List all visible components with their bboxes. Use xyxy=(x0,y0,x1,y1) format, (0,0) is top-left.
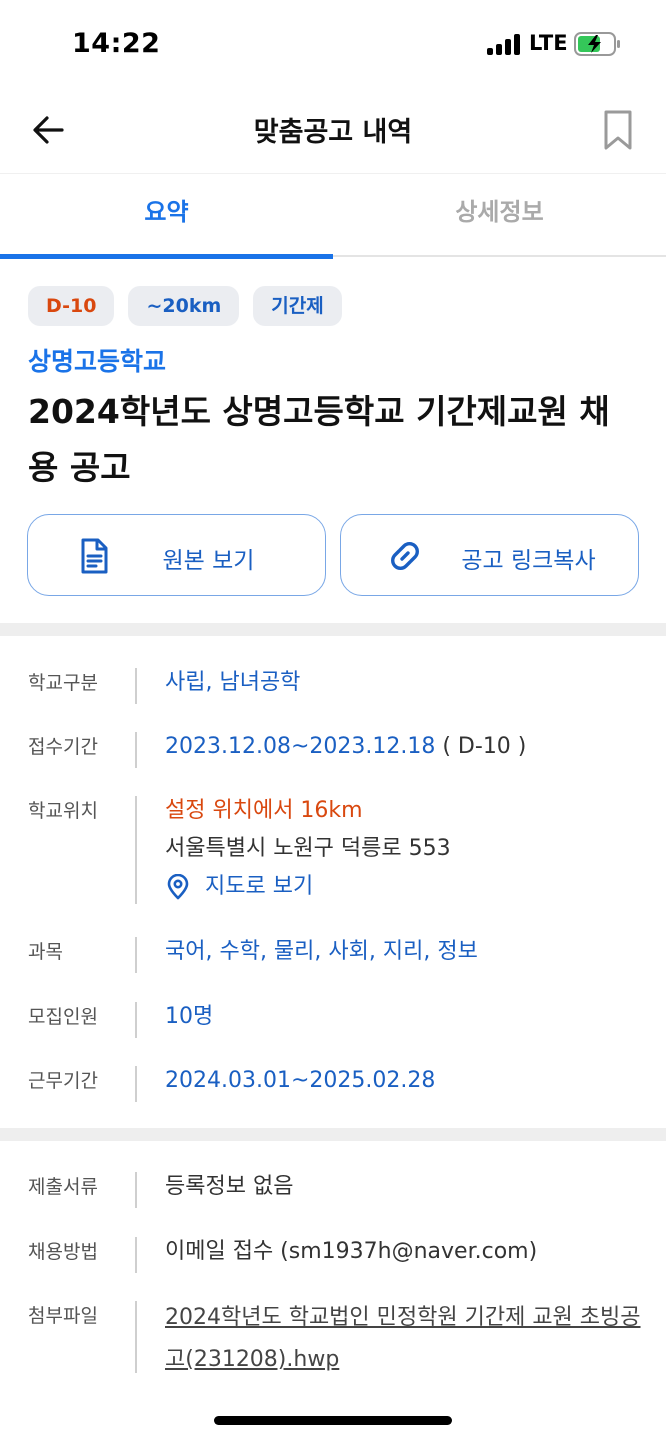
section-divider xyxy=(0,1128,666,1141)
info-label: 과목 xyxy=(28,941,63,963)
home-indicator xyxy=(214,1416,452,1425)
view-original-label: 원본 보기 xyxy=(162,548,255,574)
location-address: 서울특별시 노원구 덕릉로 553 xyxy=(165,836,451,861)
action-buttons: 원본 보기 공고 링크복사 xyxy=(27,514,639,596)
location-distance: 설정 위치에서 16km xyxy=(165,798,363,823)
info-value: 국어, 수학, 물리, 사회, 지리, 정보 xyxy=(165,939,478,964)
status-time: 14:22 xyxy=(72,28,161,59)
bookmark-icon[interactable] xyxy=(600,108,636,152)
employment-type-badge: 기간제 xyxy=(253,286,342,326)
tab-detail[interactable]: 상세정보 xyxy=(333,175,666,257)
info-label: 근무기간 xyxy=(28,1070,98,1092)
post-title: 2024학년도 상명고등학교 기간제교원 채용 공고 xyxy=(28,392,610,487)
view-map-link[interactable]: 지도로 보기 xyxy=(165,868,645,906)
section-divider xyxy=(0,623,666,636)
attachment-file-link[interactable]: 2024학년도 학교법인 민정학원 기간제 교원 초빙공고(231208).hw… xyxy=(165,1305,641,1372)
view-original-button[interactable]: 원본 보기 xyxy=(27,514,326,596)
info-value: 등록정보 없음 xyxy=(165,1174,294,1199)
status-bar: 14:22 LTE xyxy=(0,0,666,90)
signal-icon xyxy=(487,33,521,55)
info-value: 설정 위치에서 16km 서울특별시 노원구 덕릉로 553 지도로 보기 xyxy=(165,792,645,906)
network-type: LTE xyxy=(529,31,568,55)
school-name: 상명고등학교 xyxy=(28,347,167,376)
tab-summary[interactable]: 요약 xyxy=(0,175,333,259)
info-value: 2023.12.08~2023.12.18 ( D-10 ) xyxy=(165,728,645,766)
app-header: 맞춤공고 내역 xyxy=(0,90,666,174)
info-value: 10명 xyxy=(165,1004,214,1029)
distance-badge: ~20km xyxy=(128,286,240,326)
info-separator xyxy=(135,1237,137,1273)
info-label: 학교구분 xyxy=(28,672,98,694)
info-label: 첨부파일 xyxy=(28,1305,98,1327)
info-label: 접수기간 xyxy=(28,736,98,758)
info-value: 사립, 남녀공학 xyxy=(165,670,301,695)
info-separator xyxy=(135,937,137,973)
info-value: 2024.03.01~2025.02.28 xyxy=(165,1068,436,1093)
badge-group: D-10 ~20km 기간제 xyxy=(28,286,342,326)
view-map-label: 지도로 보기 xyxy=(205,874,314,899)
info-label: 모집인원 xyxy=(28,1006,98,1028)
info-separator xyxy=(135,1172,137,1208)
info-value: 이메일 접수 (sm1937h@naver.com) xyxy=(165,1239,538,1264)
info-separator xyxy=(135,1066,137,1102)
info-label: 제출서류 xyxy=(28,1176,98,1198)
location-pin-icon xyxy=(167,874,189,900)
battery-charging-icon xyxy=(574,32,620,56)
info-label: 채용방법 xyxy=(28,1241,98,1263)
info-separator xyxy=(135,1301,137,1373)
info-separator xyxy=(135,796,137,904)
tab-bar: 요약 상세정보 xyxy=(0,175,666,259)
page-title: 맞춤공고 내역 xyxy=(253,117,413,148)
info-separator xyxy=(135,668,137,704)
copy-link-button[interactable]: 공고 링크복사 xyxy=(340,514,639,596)
info-label: 학교위치 xyxy=(28,800,98,822)
info-separator xyxy=(135,732,137,768)
info-separator xyxy=(135,1002,137,1038)
copy-link-label: 공고 링크복사 xyxy=(461,548,596,574)
period-dday: ( D-10 ) xyxy=(442,734,527,759)
deadline-badge: D-10 xyxy=(28,286,115,326)
period-dates: 2023.12.08~2023.12.18 xyxy=(165,734,436,759)
info-value: 2024학년도 학교법인 민정학원 기간제 교원 초빙공고(231208).hw… xyxy=(165,1297,645,1381)
